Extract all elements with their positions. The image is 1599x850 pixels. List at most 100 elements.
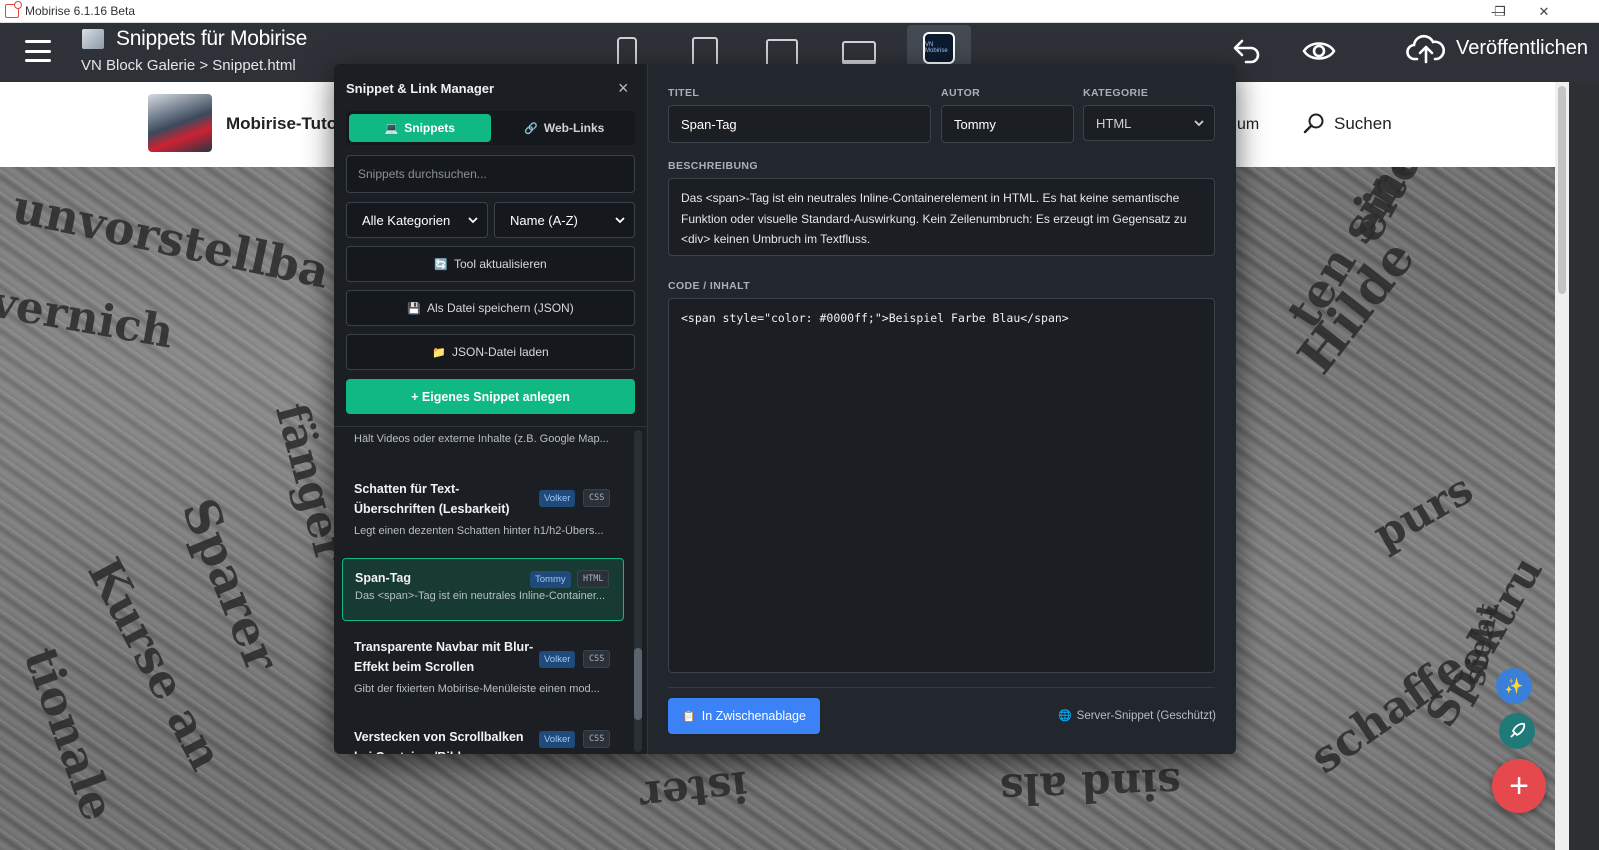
snippet-name: Schatten für Text-Überschriften (Lesbark… <box>354 482 510 516</box>
refresh-tool-label: Tool aktualisieren <box>453 257 547 271</box>
folder-icon: 📁 <box>432 346 446 359</box>
page-scrollbar-thumb[interactable] <box>1558 86 1566 294</box>
rocket-button[interactable] <box>1499 713 1535 749</box>
snippet-name: Verstecken von Scrollbalken bei Containe… <box>354 730 524 754</box>
snippet-search-input[interactable]: Snippets durchsuchen... <box>346 155 635 193</box>
category-label: KATEGORIE <box>1083 87 1149 99</box>
author-label: AUTOR <box>941 87 981 99</box>
snippet-manager-modal: Snippet & Link Manager × 💻 Snippets 🔗 We… <box>334 64 1236 754</box>
newspaper-word: ister <box>637 761 751 822</box>
create-snippet-button[interactable]: + Eigenes Snippet anlegen <box>346 379 635 414</box>
tab-web-links-label: Web-Links <box>543 121 605 135</box>
code-editor[interactable]: <span style="color: #0000ff;">Beispiel F… <box>668 298 1215 673</box>
page-scrollbar[interactable] <box>1555 82 1569 850</box>
category-filter-value: Alle Kategorien <box>362 212 451 228</box>
close-icon[interactable]: × <box>618 78 629 99</box>
newspaper-word: purs <box>1364 463 1481 560</box>
server-snippet-label: Server-Snippet (Geschützt) <box>1076 709 1216 722</box>
site-logo[interactable] <box>148 94 212 152</box>
rocket-icon <box>1510 722 1526 738</box>
mobirise-app-icon <box>5 1 22 18</box>
close-window-button[interactable]: ✕ <box>1521 0 1567 23</box>
save-json-label: Als Datei speichern (JSON) <box>426 301 574 315</box>
snippet-list-scrollbar-thumb[interactable] <box>634 648 642 720</box>
project-title: Snippets für Mobirise <box>116 27 307 50</box>
tab-snippets[interactable]: 💻 Snippets <box>349 114 491 142</box>
clipboard-icon: 📋 <box>682 710 696 723</box>
list-item[interactable]: Verstecken von Scrollbalken bei Containe… <box>342 727 624 754</box>
chevron-down-icon <box>1194 119 1204 126</box>
list-item-selected[interactable]: Span-Tag Das <span>-Tag ist ein neutrale… <box>342 558 624 621</box>
manager-tabs: 💻 Snippets 🔗 Web-Links <box>346 111 635 145</box>
site-search-label: Suchen <box>1334 114 1392 133</box>
site-brand[interactable]: Mobirise-Tutor <box>226 114 344 134</box>
snippet-list: Hält Videos oder externe Inhalte (z.B. G… <box>334 426 648 754</box>
list-item[interactable]: Hält Videos oder externe Inhalte (z.B. G… <box>342 433 624 445</box>
category-select[interactable]: HTML <box>1083 105 1215 141</box>
project-breadcrumb[interactable]: VN Block Galerie > Snippet.html <box>81 57 296 74</box>
add-block-button[interactable]: + <box>1492 759 1546 813</box>
footer-divider <box>668 687 1215 688</box>
globe-icon: 🌐 <box>1057 710 1072 722</box>
author-badge: Tommy <box>530 571 571 588</box>
category-badge: CSS <box>583 489 611 507</box>
maximize-button[interactable]: ❐ <box>1477 0 1523 23</box>
snippet-desc: Legt einen dezenten Schatten hinter h1/h… <box>354 525 604 537</box>
category-filter-select[interactable]: Alle Kategorien <box>346 202 488 238</box>
window-title: Mobirise 6.1.16 Beta <box>25 4 136 18</box>
tab-web-links[interactable]: 🔗 Web-Links <box>494 111 636 145</box>
floppy-disk-icon: 💾 <box>407 302 421 315</box>
snippet-name: Span-Tag <box>355 571 412 585</box>
category-badge: CSS <box>583 730 611 748</box>
preview-eye-icon[interactable] <box>1302 38 1336 69</box>
snippet-desc: Hält Videos oder externe Inhalte (z.B. G… <box>354 433 609 445</box>
code-label: CODE / INHALT <box>668 280 751 292</box>
title-field[interactable]: Span-Tag <box>668 105 931 143</box>
snippet-editor: TITEL AUTOR KATEGORIE Span-Tag Tommy HTM… <box>648 64 1236 754</box>
description-textarea[interactable]: Das <span>-Tag ist ein neutrales Inline-… <box>668 178 1215 256</box>
refresh-icon: 🔄 <box>434 258 448 271</box>
window-titlebar: Mobirise 6.1.16 Beta — ❐ ✕ <box>0 0 1599 23</box>
snippet-name: Transparente Navbar mit Blur-Effekt beim… <box>354 640 534 674</box>
snippet-desc: Gibt der fixierten Mobirise-Menüleiste e… <box>354 683 600 695</box>
snippet-list-scrollbar[interactable] <box>634 430 642 752</box>
save-json-button[interactable]: 💾 Als Datei speichern (JSON) <box>346 290 635 326</box>
list-item[interactable]: Transparente Navbar mit Blur-Effekt beim… <box>342 637 624 705</box>
ai-sparkle-button[interactable]: ✨ <box>1496 668 1532 704</box>
site-nav-item[interactable]: um <box>1237 116 1259 134</box>
cloud-upload-icon <box>1406 34 1446 64</box>
site-search-link[interactable]: Suchen <box>1302 112 1392 136</box>
refresh-tool-button[interactable]: 🔄 Tool aktualisieren <box>346 246 635 282</box>
link-icon: 🔗 <box>524 122 538 135</box>
load-json-button[interactable]: 📁 JSON-Datei laden <box>346 334 635 370</box>
modal-title: Snippet & Link Manager <box>346 81 495 96</box>
server-snippet-status: 🌐 Server-Snippet (Geschützt) <box>1057 709 1216 723</box>
copy-to-clipboard-button[interactable]: 📋 In Zwischenablage <box>668 698 820 734</box>
newspaper-word: sind als <box>999 758 1182 815</box>
project-icon <box>82 29 104 49</box>
snippet-sidebar: Snippet & Link Manager × 💻 Snippets 🔗 We… <box>334 64 648 754</box>
sparkle-icon: ✨ <box>1504 678 1524 695</box>
publish-button[interactable]: Veröffentlichen <box>1406 31 1588 65</box>
description-label: BESCHREIBUNG <box>668 160 758 172</box>
author-badge: Volker <box>539 490 576 507</box>
newspaper-word: unvorstellba <box>7 179 334 299</box>
laptop-icon: 💻 <box>384 122 399 135</box>
chevron-down-icon <box>615 216 625 223</box>
undo-icon[interactable] <box>1232 37 1262 70</box>
list-item[interactable]: Schatten für Text-Überschriften (Lesbark… <box>342 479 624 547</box>
author-field[interactable]: Tommy <box>941 105 1074 143</box>
sort-select[interactable]: Name (A-Z) <box>494 202 635 238</box>
newspaper-word: tionale <box>13 640 126 828</box>
newspaper-word: vernich <box>0 276 178 359</box>
search-icon <box>1303 113 1324 134</box>
hamburger-menu-icon[interactable] <box>25 40 51 62</box>
publish-label: Veröffentlichen <box>1456 36 1588 59</box>
title-label: TITEL <box>668 87 700 99</box>
snippet-desc: Das <span>-Tag ist ein neutrales Inline-… <box>355 590 606 602</box>
author-badge: Volker <box>539 731 576 748</box>
newspaper-word: Sparer <box>170 490 290 680</box>
chevron-down-icon <box>468 216 478 223</box>
tab-snippets-label: Snippets <box>404 121 455 135</box>
category-badge: HTML <box>577 570 610 588</box>
